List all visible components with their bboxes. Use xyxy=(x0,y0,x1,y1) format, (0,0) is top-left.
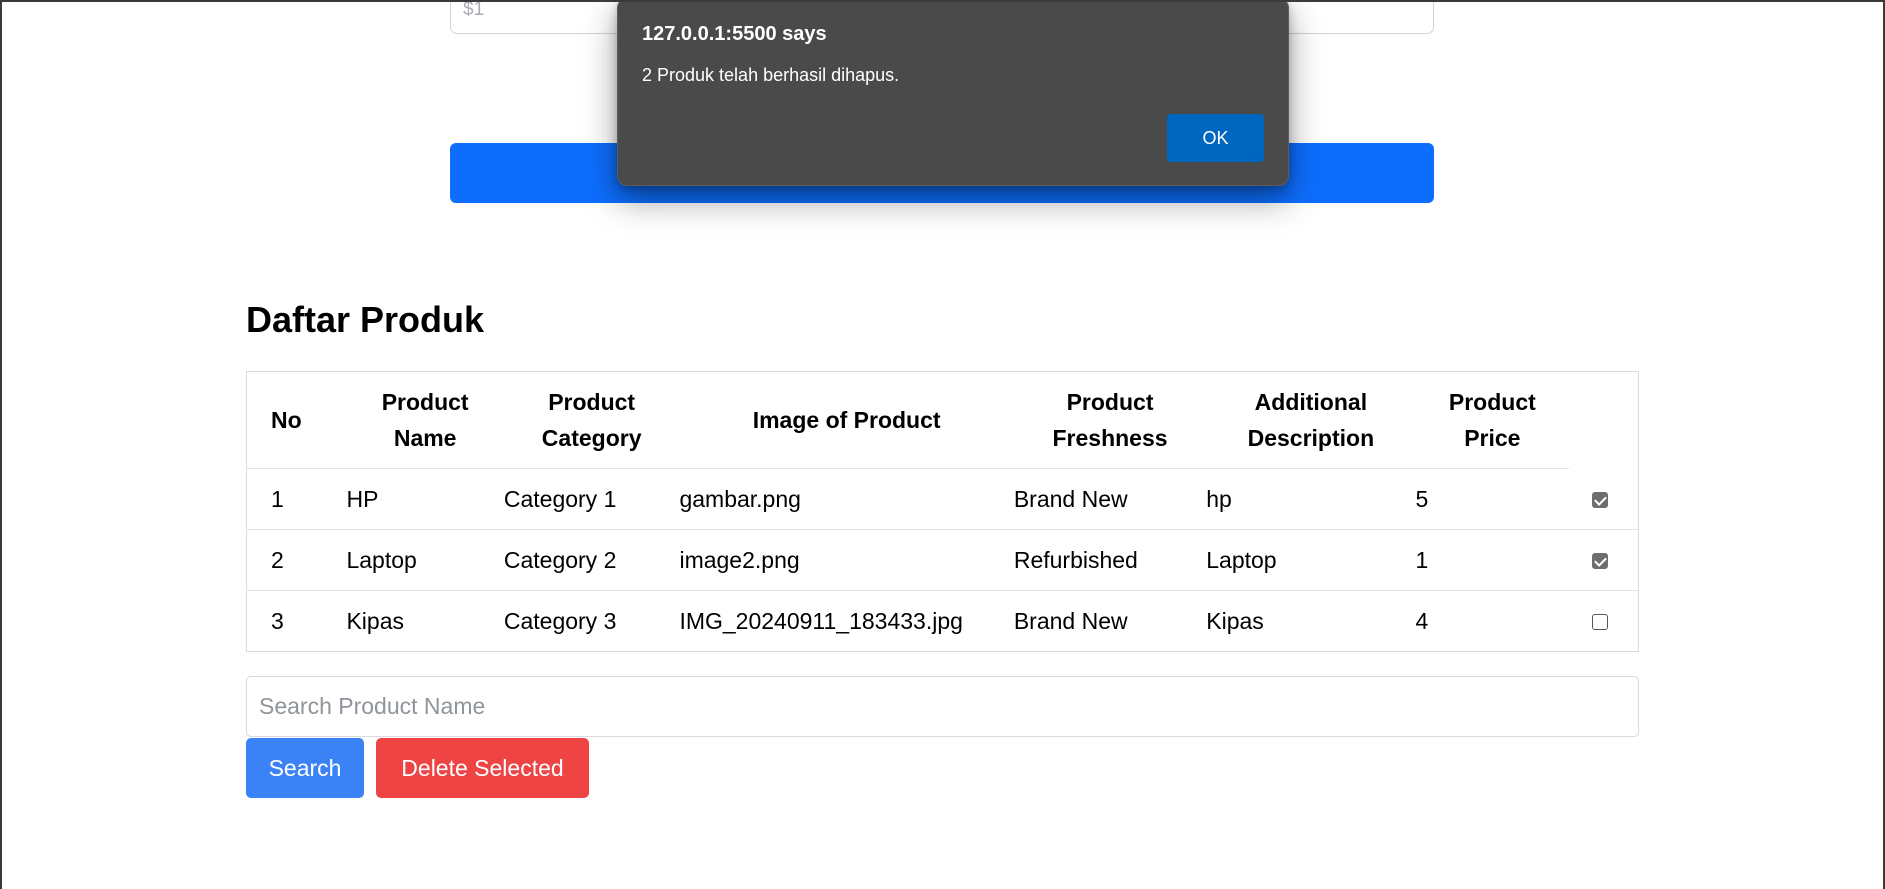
cell-name: Kipas xyxy=(346,607,404,634)
cell-no: 1 xyxy=(247,468,347,530)
column-header-category: Product Category xyxy=(503,372,680,469)
cell-freshness: Brand New xyxy=(1013,607,1128,634)
cell-select xyxy=(1569,468,1638,530)
column-header-image: Image of Product xyxy=(679,372,1014,469)
alert-title: 127.0.0.1:5500 says xyxy=(642,23,827,45)
delete-selected-button[interactable]: Delete Selected xyxy=(376,738,589,798)
cell-price: 1 xyxy=(1415,529,1570,591)
column-header-no: No xyxy=(247,372,347,469)
price-placeholder: $1 xyxy=(463,0,485,20)
cell-category: Category 2 xyxy=(503,529,680,591)
cell-no: 3 xyxy=(271,607,284,634)
row-checkbox[interactable] xyxy=(1591,553,1608,570)
alert-message: 2 Produk telah berhasil dihapus. xyxy=(642,65,900,85)
cell-name: HP xyxy=(346,468,504,530)
cell-description: hp xyxy=(1206,468,1416,530)
alert-dialog: 127.0.0.1:5500 says 2 Produk telah berha… xyxy=(617,2,1289,186)
cell-category: Category 1 xyxy=(503,468,680,530)
cell-no: 2 xyxy=(247,529,347,591)
row-checkbox[interactable] xyxy=(1591,492,1608,509)
table-header-row: No Product Name Product Category Image of … xyxy=(247,372,1638,469)
column-header-name: Product Name xyxy=(346,372,504,469)
table-row: 1 HP Category 1 gambar.png Brand New hp … xyxy=(247,468,1638,530)
cell-select xyxy=(1569,591,1638,652)
cell-freshness: Brand New xyxy=(1013,468,1207,530)
column-header-price: Product Price xyxy=(1415,372,1570,469)
column-header-freshness: Product Freshness xyxy=(1013,372,1207,469)
cell-category: Category 3 xyxy=(503,607,617,634)
column-header-description: Additional Description xyxy=(1206,372,1416,469)
column-header-select xyxy=(1569,372,1638,469)
browser-page: $1 Daftar Produk No Product Name Product C… xyxy=(0,0,1885,889)
cell-description: Laptop xyxy=(1206,529,1416,591)
cell-name: Laptop xyxy=(346,529,504,591)
search-input[interactable] xyxy=(246,676,1639,737)
cell-image: image2.png xyxy=(679,529,1014,591)
page-title: Daftar Produk xyxy=(246,299,485,340)
cell-price: 5 xyxy=(1415,468,1570,530)
table-row: 3 Kipas Category 3 IMG_20240911_183433.j… xyxy=(247,591,1638,652)
cell-image: IMG_20240911_183433.jpg xyxy=(679,607,963,634)
search-button[interactable]: Search xyxy=(246,738,364,798)
cell-image: gambar.png xyxy=(679,468,1014,530)
cell-description: Kipas xyxy=(1206,607,1264,634)
cell-price: 4 xyxy=(1415,607,1429,634)
row-checkbox[interactable] xyxy=(1591,614,1608,631)
cell-select xyxy=(1569,529,1638,591)
products-table: No Product Name Product Category Image of … xyxy=(246,371,1639,652)
cell-freshness: Refurbished xyxy=(1013,529,1207,591)
table-row: 2 Laptop Category 2 image2.png Refurbish… xyxy=(247,529,1638,591)
ok-button[interactable]: OK xyxy=(1167,114,1264,162)
